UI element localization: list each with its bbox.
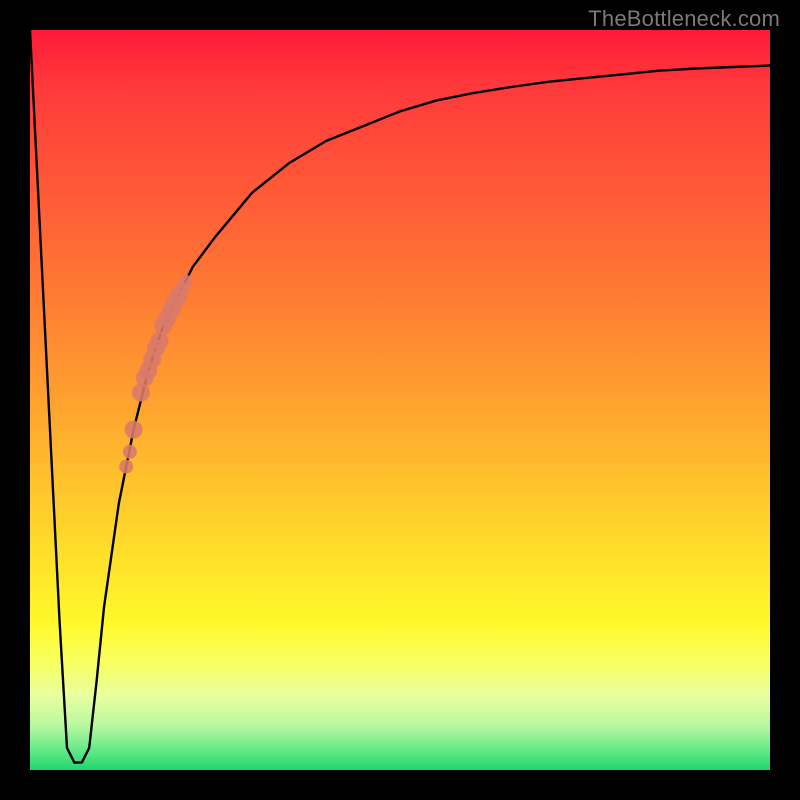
- scatter-point: [178, 275, 192, 289]
- scatter-point: [119, 460, 133, 474]
- plot-area: [30, 30, 770, 770]
- chart-svg: [30, 30, 770, 770]
- scatter-point: [123, 445, 137, 459]
- chart-frame: TheBottleneck.com: [0, 0, 800, 800]
- scatter-point: [125, 421, 143, 439]
- watermark-text: TheBottleneck.com: [588, 6, 780, 32]
